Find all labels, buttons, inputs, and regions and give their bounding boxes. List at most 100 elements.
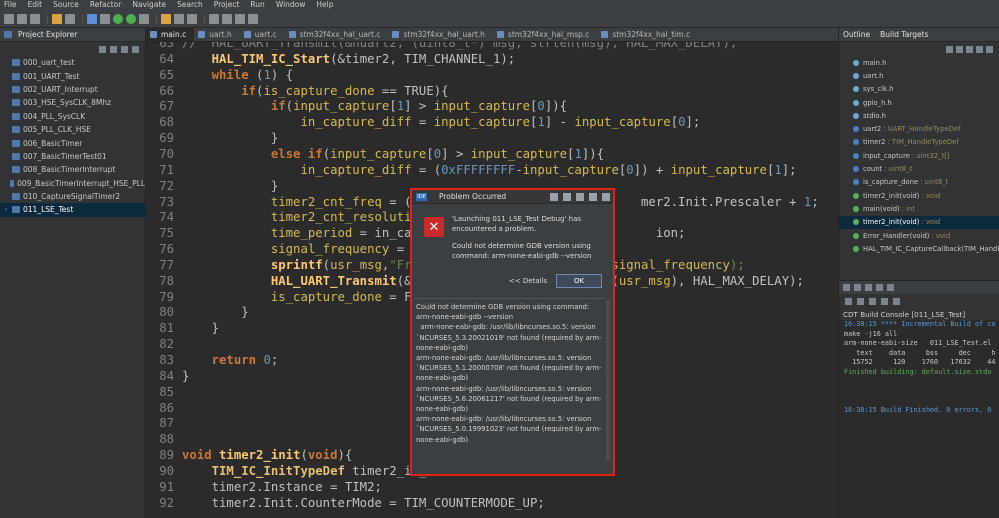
run-icon[interactable] [126, 13, 136, 24]
filter-icon[interactable] [121, 45, 128, 53]
editor-tab[interactable]: stm32f4xx_hal_uart.c [285, 28, 389, 41]
project-item[interactable]: › 011_LSE_Test [0, 203, 145, 217]
project-item[interactable]: 001_UART_Test [0, 69, 145, 82]
scroll-lock-icon[interactable] [857, 297, 864, 305]
menu-edit[interactable]: Edit [28, 0, 43, 10]
outline-item[interactable]: timer2_init(void): void [839, 215, 999, 229]
outline-item[interactable]: Error_Handler(void): void [839, 229, 999, 242]
code-line[interactable]: 69 } [146, 130, 838, 146]
clear-console-icon[interactable] [845, 297, 852, 305]
menu-navigate[interactable]: Navigate [132, 0, 166, 10]
menu-file[interactable]: File [4, 0, 17, 10]
menu-refactor[interactable]: Refactor [90, 0, 121, 10]
terminal-icon[interactable] [100, 13, 110, 24]
minimize-icon[interactable] [563, 192, 571, 201]
editor-tab[interactable]: main.c [146, 28, 195, 41]
outline-item[interactable]: main(void): int [839, 202, 999, 215]
ok-button[interactable]: OK [556, 274, 602, 288]
details-button[interactable]: << Details [502, 274, 554, 288]
problems-tab-icon[interactable] [843, 284, 850, 291]
next-annotation-icon[interactable] [209, 13, 219, 24]
expand-arrow-icon[interactable]: › [5, 206, 10, 213]
project-item[interactable]: 009_BasicTimerInterrupt_HSE_PLL [0, 177, 145, 190]
window-menu-icon[interactable] [550, 192, 558, 201]
outline-item[interactable]: uart.h [839, 69, 999, 82]
outline-item[interactable]: gpio_h.h [839, 96, 999, 109]
code-line[interactable]: 63 // HAL_UART_Transmit(&huart2, (uint8_t… [146, 42, 838, 51]
open-console-icon[interactable] [893, 297, 900, 305]
project-item[interactable]: 000_uart_test [0, 56, 145, 69]
project-item[interactable]: 002_UART_Interrupt [0, 83, 145, 96]
display-console-icon[interactable] [881, 297, 888, 305]
open-type-icon[interactable] [161, 13, 171, 24]
hide-static-icon[interactable] [966, 45, 973, 53]
menu-project[interactable]: Project [214, 0, 240, 10]
save-icon[interactable] [17, 13, 27, 24]
menu-source[interactable]: Source [53, 0, 79, 10]
outline-item[interactable]: sys_clk.h [839, 83, 999, 96]
outline-item[interactable]: input_capture: uint32_t[] [839, 149, 999, 162]
code-line[interactable]: 92 timer2.Init.CounterMode = TIM_COUNTER… [146, 495, 838, 511]
editor-tab[interactable]: stm32f4xx_hal_msp.c [493, 28, 597, 41]
link-icon[interactable] [976, 45, 983, 53]
project-item[interactable]: 004_PLL_SysCLK [0, 110, 145, 123]
build-hammer-icon[interactable] [52, 13, 62, 24]
previous-annotation-icon[interactable] [222, 13, 232, 24]
menu-help[interactable]: Help [316, 0, 333, 10]
outline-item[interactable]: timer2: TIM_HandleTypeDef [839, 136, 999, 149]
project-item[interactable]: 010_CaptureSignalTimer2 [0, 190, 145, 203]
view-menu-icon[interactable] [986, 45, 993, 53]
menu-search[interactable]: Search [177, 0, 203, 10]
project-item[interactable]: 005_PLL_CLK_HSE [0, 123, 145, 136]
console-tab-icon[interactable] [887, 284, 894, 291]
search-tab-icon[interactable] [876, 284, 883, 291]
code-line[interactable]: 66 if(is_capture_done == TRUE){ [146, 83, 838, 99]
code-line[interactable]: 64 HAL_TIM_IC_Start(&timer2, TIM_CHANNEL… [146, 51, 838, 67]
project-item[interactable]: 003_HSE_SysCLK_8Mhz [0, 96, 145, 109]
code-line[interactable]: 65 while (1) { [146, 67, 838, 83]
pin-console-icon[interactable] [869, 297, 876, 305]
maximize-icon[interactable] [589, 192, 597, 201]
properties-tab-icon[interactable] [865, 284, 872, 291]
outline-item[interactable]: is_capture_done: uint8_t [839, 176, 999, 189]
tab-build-targets[interactable]: Build Targets [880, 30, 928, 39]
build-config-icon[interactable] [65, 13, 75, 24]
code-line[interactable]: 91 timer2.Instance = TIM2; [146, 479, 838, 495]
tasks-tab-icon[interactable] [854, 284, 861, 291]
outline-item[interactable]: uart2: UART_HandleTypeDef [839, 122, 999, 135]
sort-icon[interactable] [946, 45, 953, 53]
tab-outline[interactable]: Outline [843, 30, 870, 39]
save-all-icon[interactable] [30, 13, 40, 24]
project-item[interactable]: 008_BasicTimerInterrupt [0, 163, 145, 176]
outline-item[interactable]: stdio.h [839, 109, 999, 122]
view-menu-icon[interactable] [132, 45, 139, 53]
project-item[interactable]: 007_BasicTimerTest01 [0, 150, 145, 163]
device-config-icon[interactable] [87, 13, 97, 24]
editor-tab[interactable]: uart.c [240, 28, 285, 41]
debug-icon[interactable] [113, 13, 123, 24]
outline-item[interactable]: main.h [839, 56, 999, 69]
menu-run[interactable]: Run [250, 0, 264, 10]
editor-tab[interactable]: stm32f4xx_hal_uart.h [388, 28, 492, 41]
outline-item[interactable]: timer2_init(void): void [839, 189, 999, 202]
code-line[interactable]: 70 else if(input_capture[0] > input_capt… [146, 146, 838, 162]
pin-icon[interactable] [576, 192, 584, 201]
new-file-icon[interactable] [4, 13, 14, 24]
project-item[interactable]: 006_BasicTimer [0, 136, 145, 149]
forward-icon[interactable] [248, 13, 258, 24]
back-icon[interactable] [235, 13, 245, 24]
code-line[interactable]: 68 in_capture_diff = input_capture[1] - … [146, 114, 838, 130]
mark-occurrences-icon[interactable] [187, 13, 197, 24]
code-line[interactable]: 67 if(input_capture[1] > input_capture[0… [146, 98, 838, 114]
outline-item[interactable]: count: uint8_t [839, 162, 999, 175]
collapse-all-icon[interactable] [99, 45, 106, 53]
link-editor-icon[interactable] [110, 45, 117, 53]
project-explorer-title[interactable]: Project Explorer [18, 30, 77, 39]
close-icon[interactable] [602, 192, 610, 201]
search-icon[interactable] [174, 13, 184, 24]
outline-item[interactable]: HAL_TIM_IC_CaptureCallback(TIM_Handle [839, 242, 999, 255]
editor-tab[interactable]: stm32f4xx_hal_tim.c [597, 28, 698, 41]
hide-fields-icon[interactable] [956, 45, 963, 53]
code-line[interactable]: 71 in_capture_diff = (0xFFFFFFFF-input_c… [146, 162, 838, 178]
details-scrollbar[interactable] [606, 300, 610, 460]
